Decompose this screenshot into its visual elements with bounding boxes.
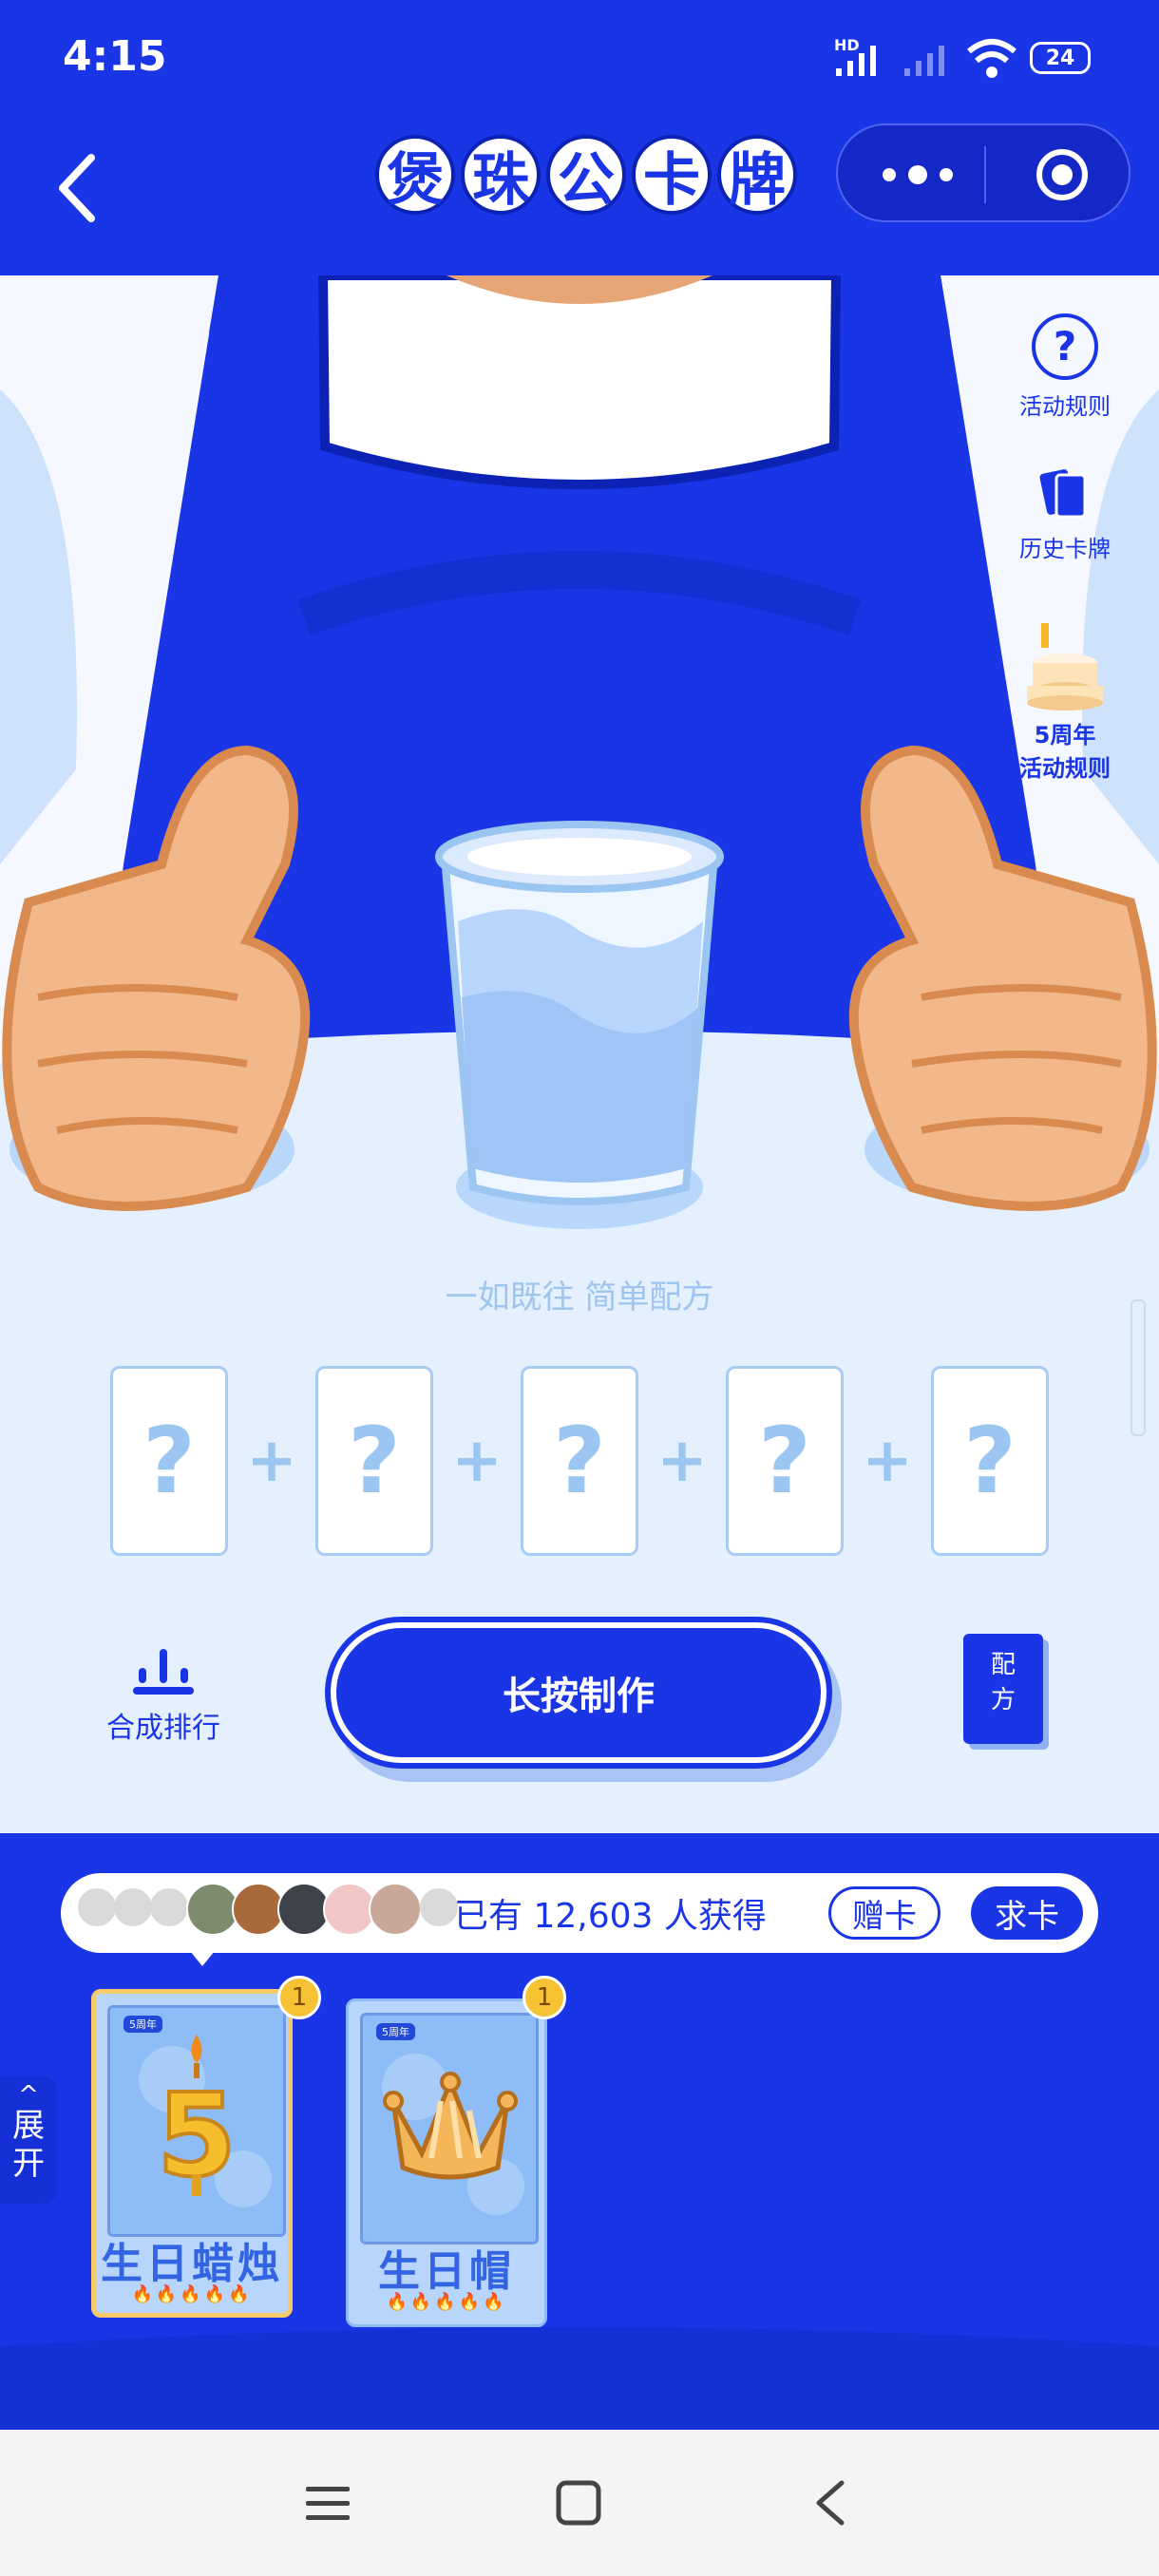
slogan-text: 一如既往 简单配方 [445, 1279, 714, 1316]
card-birthday-hat[interactable]: 5周年 生日帽 🔥🔥🔥🔥🔥 [346, 1998, 547, 2327]
card-art: 5周年 [360, 2013, 539, 2245]
activity-rules-link[interactable]: ? 活动规则 [1003, 313, 1127, 421]
ranking-bars-icon [133, 1649, 194, 1695]
avatar-row [78, 1883, 458, 1936]
signal-icon [836, 46, 876, 76]
ranking-button[interactable]: 合成排行 [99, 1639, 228, 1746]
scroll-indicator[interactable] [1130, 1299, 1146, 1436]
title-char: 珠 [461, 135, 541, 215]
bottom-wave [0, 2327, 1159, 2432]
candle-five-icon: 5 [155, 2035, 238, 2204]
more-dots-icon[interactable] [870, 156, 965, 194]
title-char: 公 [546, 135, 626, 215]
plus-icon: + [451, 1426, 503, 1496]
wifi-icon [967, 39, 1016, 78]
card-art: 5周年 5 [107, 2005, 286, 2237]
system-nav-bar [0, 2430, 1159, 2576]
expand-tab[interactable]: ^ 展 开 [0, 2076, 57, 2204]
card-birthday-candle[interactable]: 5周年 5 生日蜡烛 🔥🔥🔥🔥🔥 [91, 1989, 293, 2318]
title-char: 煲 [375, 135, 455, 215]
plus-icon: + [862, 1426, 913, 1496]
card-count-badge: 1 [277, 1976, 321, 2019]
back-arrow-icon[interactable] [46, 141, 112, 236]
recipe-book-button[interactable]: 配 方 [963, 1634, 1043, 1744]
card-name: 生日蜡烛 [101, 2240, 283, 2288]
chevron-up-icon: ^ [18, 2081, 39, 2110]
expand-label-1: 展 [12, 2107, 45, 2145]
owners-bar: 已有 12,603 人获得 赠卡 求卡 [61, 1873, 1098, 1953]
long-press-make-button[interactable]: 长按制作 [331, 1622, 826, 1763]
recipe-slot[interactable]: ? [931, 1366, 1049, 1556]
close-target-icon[interactable] [1034, 146, 1091, 203]
expand-label-2: 开 [12, 2145, 45, 2183]
recipe-slot[interactable]: ? [726, 1366, 844, 1556]
request-card-button[interactable]: 求卡 [971, 1886, 1083, 1940]
fire-rating: 🔥🔥🔥🔥🔥 [386, 2292, 507, 2312]
title-char: 牌 [717, 135, 797, 215]
anniversary-tag: 5周年 [376, 2023, 415, 2040]
plus-icon: + [656, 1426, 708, 1496]
status-time: 4:15 [63, 32, 167, 81]
mascot-scene: ? 活动规则 历史卡牌 5周年 活动规则 一如既往 简单配方 ? + ? + ?… [0, 275, 1159, 1833]
status-bar: 4:15 HD 24 [0, 0, 1159, 123]
avatar [369, 1883, 422, 1936]
avatar [78, 1888, 116, 1926]
avatar [420, 1888, 458, 1926]
card-count-badge: 1 [522, 1976, 566, 2019]
anniversary-label-1: 5周年 [1034, 722, 1096, 748]
book-label-1: 配 [990, 1651, 1016, 1679]
anniversary-label-2: 活动规则 [1019, 755, 1111, 782]
activity-rules-label: 活动规则 [1019, 393, 1111, 420]
plus-icon: + [246, 1426, 297, 1496]
avatar [150, 1888, 188, 1926]
avatar [114, 1888, 152, 1926]
miniprogram-capsule [836, 123, 1130, 222]
recipe-slot[interactable]: ? [110, 1366, 228, 1556]
owners-count-text: 已有 12,603 人获得 [454, 1897, 767, 1936]
birthday-cake-icon [1027, 623, 1103, 710]
home-square-icon[interactable] [555, 2479, 602, 2527]
fire-rating: 🔥🔥🔥🔥🔥 [131, 2284, 253, 2304]
question-icon: ? [1032, 313, 1098, 380]
history-cards-label: 历史卡牌 [1019, 536, 1111, 562]
pointer-triangle [190, 1951, 215, 1966]
cards-stack-icon [1039, 469, 1087, 519]
gift-card-button[interactable]: 赠卡 [828, 1886, 940, 1940]
party-hat-icon [383, 2072, 518, 2180]
page-title: 煲 珠 公 卡 牌 [375, 135, 803, 239]
back-triangle-icon[interactable] [808, 2477, 855, 2529]
capsule-divider [984, 146, 986, 203]
anniversary-tag: 5周年 [124, 2016, 162, 2033]
card-name: 生日帽 [378, 2247, 515, 2296]
battery-indicator: 24 [1030, 42, 1091, 74]
signal-2-icon [904, 46, 944, 76]
history-cards-link[interactable]: 历史卡牌 [1003, 465, 1127, 563]
menu-icon[interactable] [304, 2479, 352, 2527]
mascot-illustration [0, 275, 1159, 1833]
title-char: 卡 [632, 135, 712, 215]
anniversary-rules-link[interactable]: 5周年 活动规则 [1003, 616, 1127, 783]
ranking-label: 合成排行 [106, 1712, 220, 1745]
recipe-slot[interactable]: ? [315, 1366, 433, 1556]
book-label-2: 方 [990, 1686, 1016, 1714]
recipe-slots: ? + ? + ? + ? + ? [110, 1366, 1049, 1556]
recipe-slot[interactable]: ? [521, 1366, 638, 1556]
top-header: 煲 珠 公 卡 牌 [0, 123, 1159, 275]
